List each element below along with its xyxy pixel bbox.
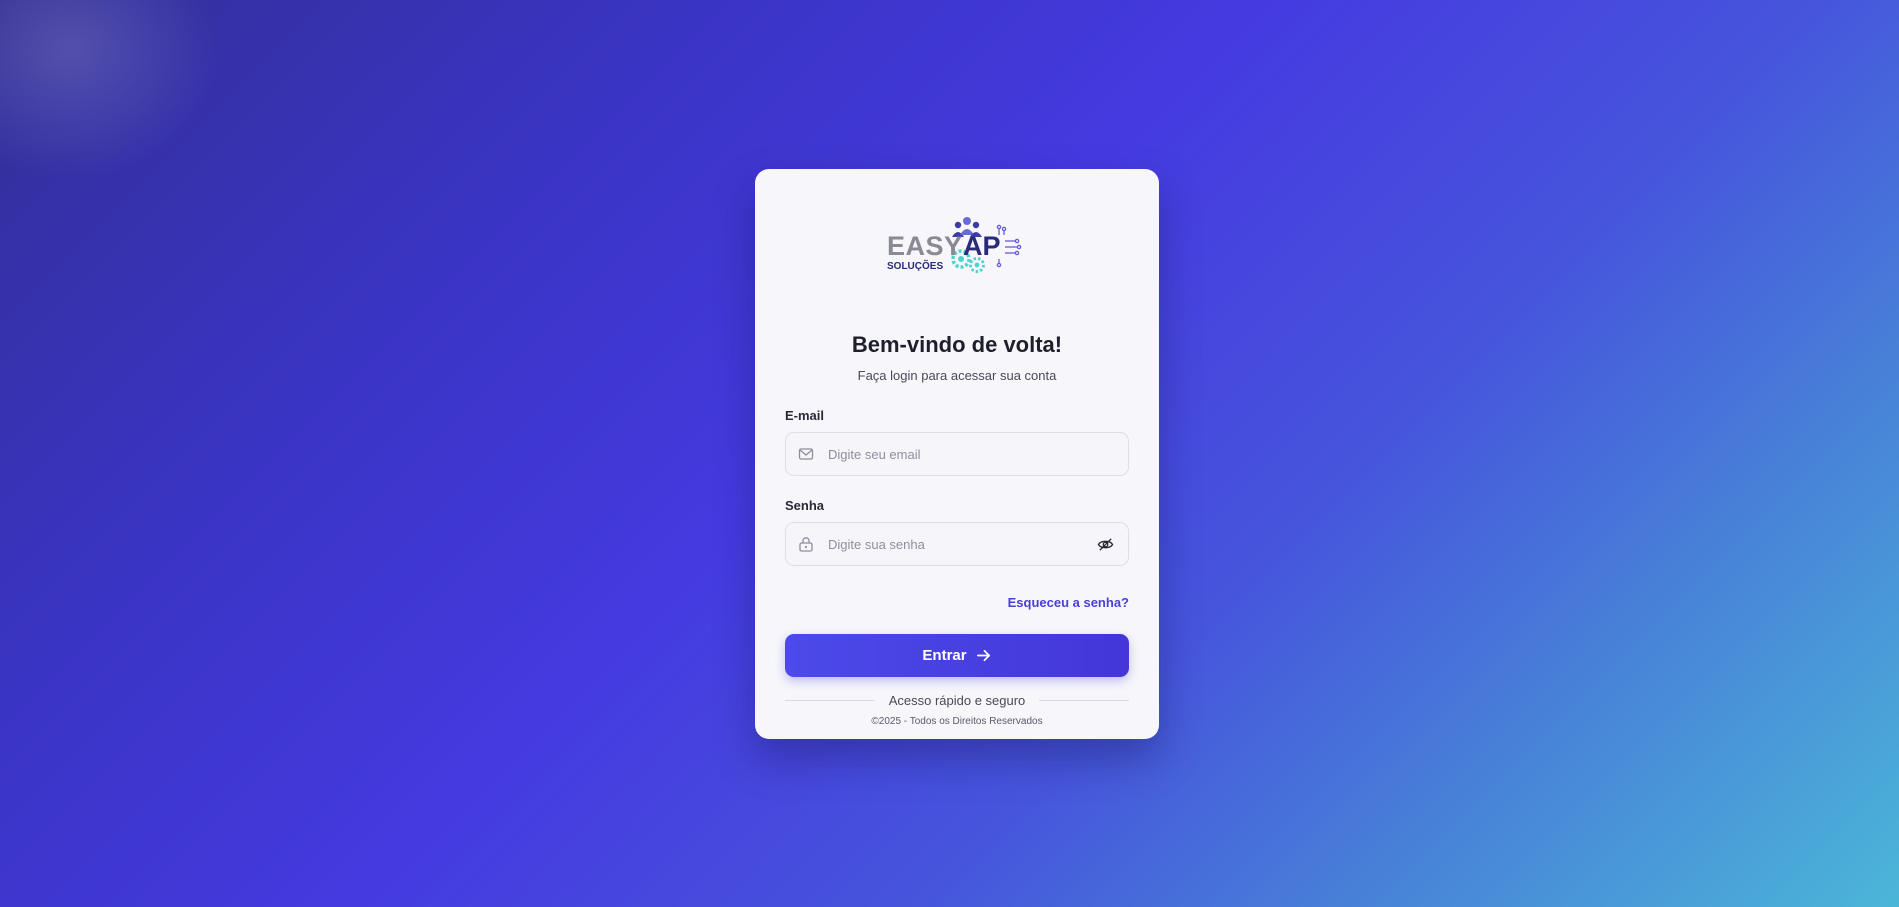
- divider-text: Acesso rápido e seguro: [888, 692, 1026, 708]
- easyap-logo: EASY AP SOLUÇÕES: [887, 217, 1022, 273]
- submit-button-label: Entrar: [922, 647, 967, 664]
- email-field[interactable]: [785, 432, 1129, 476]
- email-input[interactable]: [828, 433, 1078, 475]
- mail-icon: [798, 448, 814, 460]
- password-label: Senha: [785, 498, 825, 513]
- email-label: E-mail: [785, 408, 825, 423]
- forgot-password-link[interactable]: Esqueceu a senha?: [1008, 595, 1129, 610]
- submit-button[interactable]: Entrar: [785, 634, 1129, 677]
- password-field[interactable]: [785, 522, 1129, 566]
- lock-icon: [799, 537, 813, 552]
- password-input[interactable]: [828, 523, 1078, 565]
- login-card: EASY AP SOLUÇÕES Bem-vindo de volta! Faç…: [755, 169, 1159, 739]
- page-title: Bem-vindo de volta!: [851, 332, 1063, 357]
- svg-text:SOLUÇÕES: SOLUÇÕES: [887, 259, 943, 272]
- eye-off-icon[interactable]: [1097, 536, 1114, 553]
- page-subtitle: Faça login para acessar sua conta: [857, 368, 1057, 383]
- arrow-right-icon: [976, 649, 990, 662]
- svg-text:EASY: EASY: [887, 231, 963, 261]
- copyright-text: ©2025 - Todos os Direitos Reservados: [871, 716, 1043, 727]
- divider-line-right: [1039, 699, 1129, 701]
- background-glow: [0, 0, 220, 180]
- svg-text:AP: AP: [963, 231, 1001, 261]
- divider-line-left: [785, 699, 875, 701]
- divider: Acesso rápido e seguro: [785, 692, 1129, 708]
